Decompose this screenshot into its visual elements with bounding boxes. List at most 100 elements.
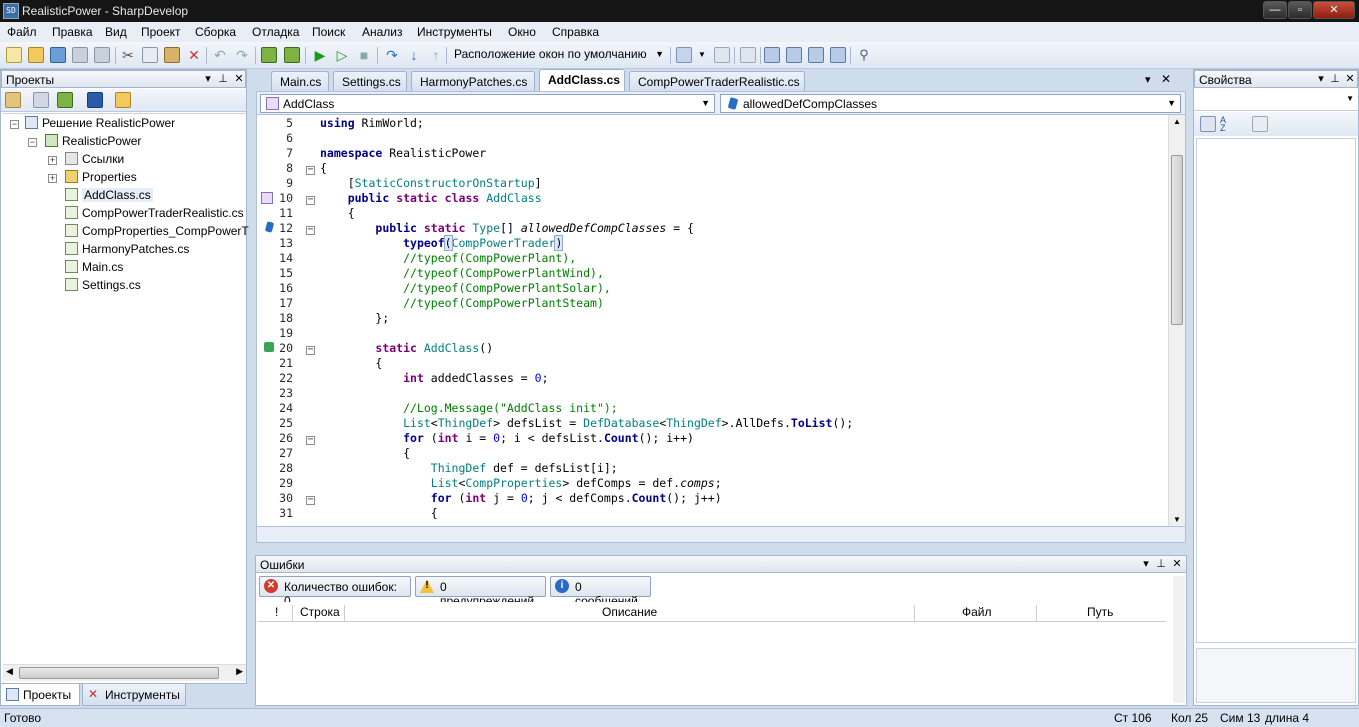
open-folder-icon[interactable]	[28, 47, 44, 63]
messages-filter-button[interactable]: i 0 сообщений	[550, 576, 651, 608]
cut-icon[interactable]: ✂	[120, 47, 136, 63]
undo-icon[interactable]: ↶	[212, 47, 228, 63]
bookmark-toggle-icon[interactable]	[764, 47, 780, 63]
column-header[interactable]: Описание	[602, 605, 657, 619]
menu-project[interactable]: Проект	[141, 25, 181, 39]
warnings-filter-button[interactable]: ! 0 предупреждений	[415, 576, 546, 608]
editor-vscrollbar[interactable]: ▲ ▼	[1168, 115, 1185, 526]
object-selector[interactable]: ▼	[1194, 89, 1358, 111]
redo-icon[interactable]: ↷	[234, 47, 250, 63]
menu-file[interactable]: Файл	[7, 25, 37, 39]
fold-toggle-icon[interactable]: −	[306, 345, 315, 355]
menu-view[interactable]: Вид	[105, 25, 127, 39]
tree-item-project[interactable]: RealisticPower	[45, 134, 141, 152]
class-combo[interactable]: AddClass ▼	[260, 94, 715, 113]
maximize-button[interactable]: ▫	[1288, 1, 1312, 19]
tab-comppowertraderrealistic-cs[interactable]: CompPowerTraderRealistic.cs	[629, 71, 805, 91]
property-pages-icon[interactable]	[1252, 116, 1268, 132]
layout-combo[interactable]: Расположение окон по умолчанию ▼	[450, 45, 668, 65]
tree-hscrollbar[interactable]: ◀ ▶	[3, 664, 246, 681]
tree-item-addclass[interactable]: AddClass.cs	[65, 188, 153, 206]
categorized-icon[interactable]	[1200, 116, 1216, 132]
chevron-down-icon[interactable]: ▾	[202, 72, 214, 85]
tab-settings-cs[interactable]: Settings.cs	[333, 71, 407, 91]
bookmark-next-icon[interactable]	[808, 47, 824, 63]
chevron-down-icon[interactable]: ▾	[1315, 72, 1327, 85]
collapse-icon[interactable]: −	[28, 138, 37, 147]
tree-item-file[interactable]: Main.cs	[65, 260, 123, 278]
fold-toggle-icon[interactable]: −	[306, 225, 315, 235]
menu-edit[interactable]: Правка	[52, 25, 93, 39]
tab-addclass-cs[interactable]: AddClass.cs	[539, 69, 625, 91]
tree-item-solution[interactable]: Решение RealisticPower	[25, 116, 175, 134]
collapse-all-icon[interactable]	[33, 92, 49, 108]
close-icon[interactable]: ✕	[1161, 72, 1171, 86]
chevron-down-icon[interactable]: ▾	[1140, 557, 1152, 570]
tab-projects[interactable]: Проекты	[0, 684, 80, 706]
close-icon[interactable]: ✕	[1171, 557, 1183, 570]
sort-alpha-icon[interactable]: AZ	[1220, 116, 1236, 133]
step-out-icon[interactable]: ↑	[428, 47, 444, 63]
member-combo[interactable]: allowedDefCompClasses ▼	[720, 94, 1181, 113]
step-over-icon[interactable]: ↷	[384, 47, 400, 63]
close-button[interactable]: ✕	[1313, 1, 1355, 19]
show-all-files-icon[interactable]	[87, 92, 103, 108]
new-file-icon[interactable]	[6, 47, 22, 63]
close-icon[interactable]: ✕	[233, 72, 245, 85]
column-header[interactable]: Путь	[1087, 605, 1113, 619]
fold-toggle-icon[interactable]: −	[306, 435, 315, 445]
menu-help[interactable]: Справка	[552, 25, 599, 39]
project-properties-icon[interactable]	[5, 92, 21, 108]
menu-search[interactable]: Поиск	[312, 25, 345, 39]
column-header[interactable]: Файл	[962, 605, 992, 619]
menu-window[interactable]: Окно	[508, 25, 536, 39]
errors-vscrollbar[interactable]	[1173, 576, 1185, 703]
run-without-debug-icon[interactable]: ▷	[334, 47, 350, 63]
close-icon[interactable]: ✕	[1344, 72, 1356, 85]
expand-icon[interactable]: +	[48, 174, 57, 183]
find-in-files-icon[interactable]	[676, 47, 692, 63]
scroll-thumb[interactable]	[1171, 155, 1183, 325]
step-into-icon[interactable]: ↓	[406, 47, 422, 63]
run-icon[interactable]: ▶	[312, 47, 328, 63]
copy-icon[interactable]	[142, 47, 158, 63]
tab-tools[interactable]: ✕ Инструменты	[82, 684, 186, 706]
fold-toggle-icon[interactable]: −	[306, 495, 315, 505]
chevron-down-icon[interactable]: ▼	[694, 47, 710, 63]
save-as-icon[interactable]	[94, 47, 110, 63]
paste-icon[interactable]	[164, 47, 180, 63]
pin-icon[interactable]: ⊥	[1155, 557, 1167, 570]
code-editor[interactable]: 5 6 7 8 9 10 11 12 13 14 15 16 17 18 19 …	[256, 115, 1186, 526]
scroll-left-icon[interactable]: ◀	[6, 666, 13, 677]
pin-icon[interactable]: ⊥	[217, 72, 229, 85]
stop-icon[interactable]: ■	[356, 47, 372, 63]
tree-item-properties[interactable]: Properties	[65, 170, 137, 188]
search-icon[interactable]: ⚲	[856, 47, 872, 63]
column-header[interactable]: !	[275, 605, 278, 619]
pin-icon[interactable]: ⊥	[1329, 72, 1341, 85]
refresh-icon[interactable]	[57, 92, 73, 108]
save-icon[interactable]	[72, 47, 88, 63]
delete-icon[interactable]: ✕	[186, 47, 202, 63]
bookmark-prev-icon[interactable]	[786, 47, 802, 63]
tree-item-file[interactable]: HarmonyPatches.cs	[65, 242, 189, 260]
chevron-down-icon[interactable]: ▾	[1145, 73, 1151, 86]
open-folder-icon[interactable]	[115, 92, 131, 108]
menu-build[interactable]: Сборка	[195, 25, 236, 39]
indent-icon[interactable]	[740, 47, 756, 63]
minimize-button[interactable]: —	[1263, 1, 1287, 19]
tab-harmonypatches-cs[interactable]: HarmonyPatches.cs	[411, 71, 535, 91]
menu-debug[interactable]: Отладка	[252, 25, 299, 39]
tree-item-file[interactable]: CompPowerTraderRealistic.cs	[65, 206, 244, 224]
rebuild-icon[interactable]	[284, 47, 300, 63]
column-header[interactable]: Строка	[300, 605, 340, 619]
menu-analysis[interactable]: Анализ	[362, 25, 403, 39]
scroll-down-icon[interactable]: ▼	[1173, 515, 1181, 524]
build-icon[interactable]	[261, 47, 277, 63]
bookmark-clear-icon[interactable]	[830, 47, 846, 63]
tree-item-references[interactable]: Ссылки	[65, 152, 124, 170]
tree-item-file[interactable]: Settings.cs	[65, 278, 141, 296]
comment-icon[interactable]	[714, 47, 730, 63]
errors-filter-button[interactable]: ✕ Количество ошибок: 0	[259, 576, 411, 608]
fold-toggle-icon[interactable]: −	[306, 195, 315, 205]
